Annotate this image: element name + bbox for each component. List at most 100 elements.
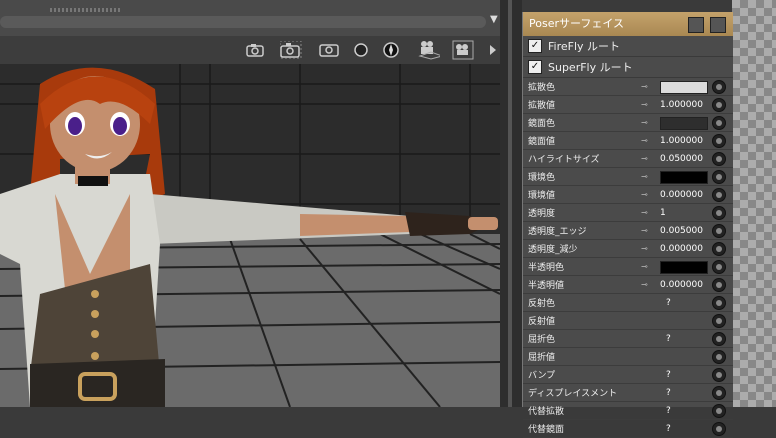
render-root-checkbox-row[interactable]: ✓ SuperFly ルート <box>523 57 733 78</box>
panel-divider[interactable] <box>500 0 522 407</box>
input-knob-icon[interactable] <box>712 242 726 256</box>
property-value-field[interactable]: 1.000000 <box>660 100 706 110</box>
movie-camera-icon[interactable] <box>418 39 440 61</box>
input-knob-icon[interactable] <box>712 350 726 364</box>
property-row: 代替鏡面? <box>523 420 733 438</box>
viewport-top-bar: ▼ <box>0 0 504 36</box>
key-icon[interactable]: ⊸ <box>641 136 648 145</box>
panel-title-bar[interactable]: Poserサーフェイス <box>523 12 733 36</box>
input-knob-icon[interactable] <box>712 98 726 112</box>
input-knob-icon[interactable] <box>712 278 726 292</box>
key-icon[interactable]: ⊸ <box>641 118 648 127</box>
property-label: バンプ <box>528 371 556 381</box>
checkbox[interactable]: ✓ <box>528 39 542 53</box>
unset-value: ? <box>666 387 671 398</box>
render-root-checkbox-row[interactable]: ✓ FireFly ルート <box>523 36 733 57</box>
property-row: 透明度_減少 ⊸ 0.000000 <box>523 240 733 258</box>
property-label: 代替鏡面 <box>528 425 565 435</box>
sphere-icon[interactable] <box>350 39 372 61</box>
key-icon[interactable]: ⊸ <box>641 82 648 91</box>
key-icon[interactable]: ⊸ <box>641 226 648 235</box>
camera-icon[interactable] <box>244 39 266 61</box>
input-knob-icon[interactable] <box>712 404 726 418</box>
input-knob-icon[interactable] <box>712 296 726 310</box>
input-knob-icon[interactable] <box>712 116 726 130</box>
property-row: 鏡面値 ⊸ 1.000000 <box>523 132 733 150</box>
options-icon[interactable] <box>710 17 726 33</box>
property-row: 環境色 ⊸ <box>523 168 733 186</box>
property-row: 反射色? <box>523 294 733 312</box>
checkbox-label: SuperFly ルート <box>548 61 633 74</box>
camera-toolbar <box>0 36 504 64</box>
property-row: 透明度 ⊸ 1 <box>523 204 733 222</box>
input-knob-icon[interactable] <box>712 134 726 148</box>
unset-value: ? <box>666 423 671 434</box>
viewport-scene <box>0 64 500 407</box>
input-knob-icon[interactable] <box>712 224 726 238</box>
property-value-field[interactable]: 0.000000 <box>660 190 706 200</box>
menu-arrow-icon[interactable]: ▼ <box>490 14 500 28</box>
property-label: 屈折色 <box>528 335 556 345</box>
property-row: ハイライトサイズ ⊸ 0.050000 <box>523 150 733 168</box>
checkbox[interactable]: ✓ <box>528 60 542 74</box>
key-icon[interactable]: ⊸ <box>641 262 648 271</box>
movie-camera-group-icon[interactable] <box>452 39 474 61</box>
color-swatch[interactable] <box>660 171 708 184</box>
horizontal-scrollbar[interactable] <box>0 16 486 28</box>
input-knob-icon[interactable] <box>712 422 726 436</box>
unset-value: ? <box>666 369 671 380</box>
key-icon[interactable]: ⊸ <box>641 154 648 163</box>
key-icon[interactable]: ⊸ <box>641 280 648 289</box>
input-knob-icon[interactable] <box>712 314 726 328</box>
globe-icon[interactable] <box>380 39 402 61</box>
property-value-field[interactable]: 0.050000 <box>660 154 706 164</box>
property-value-field[interactable]: 0.000000 <box>660 244 706 254</box>
property-row: 透明度_エッジ ⊸ 0.005000 <box>523 222 733 240</box>
input-knob-icon[interactable] <box>712 152 726 166</box>
property-label: 代替拡散 <box>528 407 565 417</box>
property-row: 鏡面色 ⊸ <box>523 114 733 132</box>
property-row: ディスプレイスメント? <box>523 384 733 402</box>
checker-background <box>732 0 776 407</box>
property-row: 半透明値 ⊸ 0.000000 <box>523 276 733 294</box>
key-icon[interactable]: ⊸ <box>641 190 648 199</box>
camera-flat-icon[interactable] <box>318 39 340 61</box>
drag-grip[interactable] <box>50 8 120 12</box>
input-knob-icon[interactable] <box>712 170 726 184</box>
input-knob-icon[interactable] <box>712 332 726 346</box>
property-row: 反射値 <box>523 312 733 330</box>
key-icon[interactable]: ⊸ <box>641 244 648 253</box>
property-row: 屈折色? <box>523 330 733 348</box>
input-knob-icon[interactable] <box>712 368 726 382</box>
property-value-field[interactable]: 0.000000 <box>660 280 706 290</box>
property-label: 反射色 <box>528 299 556 309</box>
color-swatch[interactable] <box>660 81 708 94</box>
property-row: 拡散色 ⊸ <box>523 78 733 96</box>
property-value-field[interactable]: 0.005000 <box>660 226 706 236</box>
input-knob-icon[interactable] <box>712 80 726 94</box>
property-row: 環境値 ⊸ 0.000000 <box>523 186 733 204</box>
key-icon[interactable]: ⊸ <box>641 172 648 181</box>
list-icon[interactable] <box>688 17 704 33</box>
key-icon[interactable]: ⊸ <box>641 208 648 217</box>
property-row: 半透明色 ⊸ <box>523 258 733 276</box>
input-knob-icon[interactable] <box>712 260 726 274</box>
property-value-field[interactable]: 1.000000 <box>660 136 706 146</box>
property-value-field[interactable]: 1 <box>660 208 706 218</box>
property-row: 拡散値 ⊸ 1.000000 <box>523 96 733 114</box>
property-label: 反射値 <box>528 317 556 327</box>
checkbox-label: FireFly ルート <box>548 40 621 53</box>
property-label: 屈折値 <box>528 353 556 363</box>
property-row: 代替拡散? <box>523 402 733 420</box>
input-knob-icon[interactable] <box>712 206 726 220</box>
key-icon[interactable]: ⊸ <box>641 100 648 109</box>
input-knob-icon[interactable] <box>712 386 726 400</box>
unset-value: ? <box>666 333 671 344</box>
color-swatch[interactable] <box>660 261 708 274</box>
poser-surface-panel: Poserサーフェイス ✓ FireFly ルート ✓ SuperFly ルート 拡散… <box>522 12 733 438</box>
property-row: 屈折値 <box>523 348 733 366</box>
3d-viewport[interactable] <box>0 64 500 407</box>
color-swatch[interactable] <box>660 117 708 130</box>
camera-dotted-icon[interactable] <box>280 39 302 61</box>
input-knob-icon[interactable] <box>712 188 726 202</box>
